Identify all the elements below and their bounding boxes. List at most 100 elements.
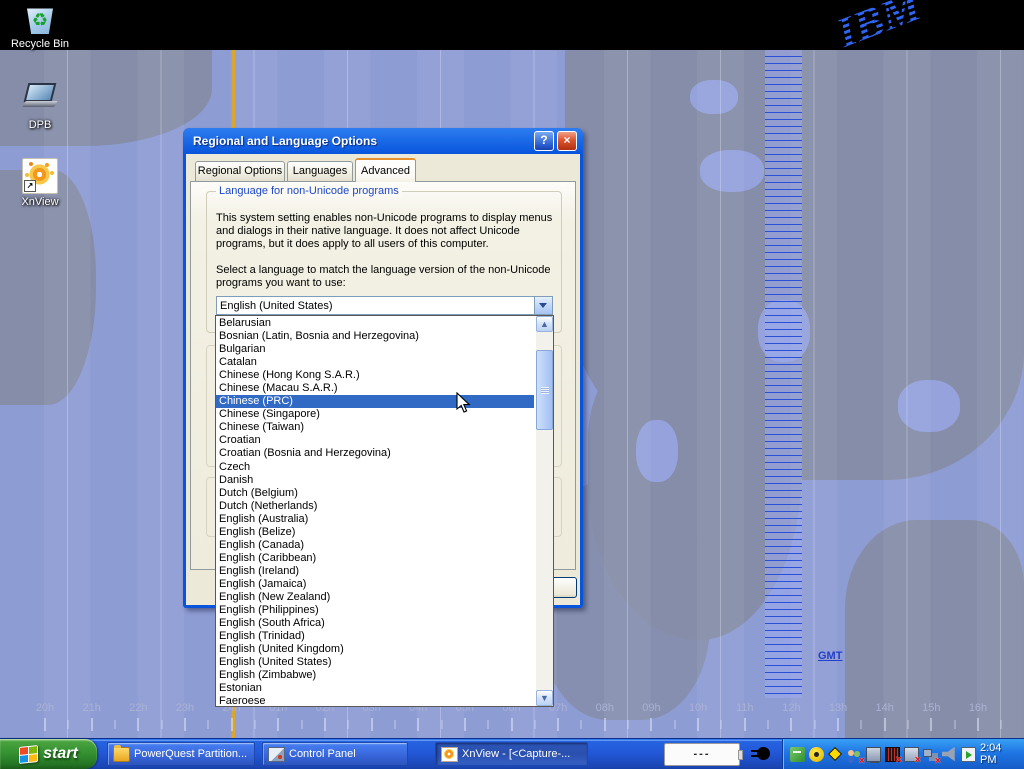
tab-languages[interactable]: Languages: [287, 161, 353, 181]
list-item[interactable]: English (Ireland): [216, 565, 534, 578]
list-item[interactable]: Estonian: [216, 682, 534, 695]
combobox-value: English (United States): [220, 299, 333, 313]
list-item[interactable]: Faeroese: [216, 695, 534, 706]
hour-tick: [417, 718, 419, 731]
hour-tick: [207, 720, 209, 729]
hour-tick: [394, 720, 396, 729]
hour-tick: [837, 718, 839, 731]
display-settings-tray-icon[interactable]: [961, 747, 976, 762]
task-button[interactable]: PowerQuest Partition...: [107, 742, 255, 766]
task-label: XnView - [<Capture-...: [462, 748, 570, 760]
list-item[interactable]: Croatian: [216, 434, 534, 447]
hour-tick: [91, 718, 93, 731]
task-label: PowerQuest Partition...: [134, 748, 247, 760]
list-item[interactable]: English (Jamaica): [216, 578, 534, 591]
list-item[interactable]: English (Australia): [216, 513, 534, 526]
start-button[interactable]: start: [0, 739, 97, 769]
list-item[interactable]: Dutch (Netherlands): [216, 500, 534, 513]
list-item[interactable]: English (Zimbabwe): [216, 669, 534, 682]
tray-clock[interactable]: 2:04 PM: [980, 742, 1024, 766]
list-item[interactable]: Catalan: [216, 356, 534, 369]
display-disconnected-tray-icon[interactable]: [904, 747, 919, 762]
list-item[interactable]: Chinese (Singapore): [216, 408, 534, 421]
list-item[interactable]: English (Canada): [216, 539, 534, 552]
graphics-utility-tray-icon[interactable]: [828, 747, 843, 762]
hour-tick: [464, 718, 466, 731]
list-item[interactable]: Chinese (Macau S.A.R.): [216, 382, 534, 395]
list-item[interactable]: English (Trinidad): [216, 630, 534, 643]
list-item[interactable]: English (Philippines): [216, 604, 534, 617]
list-item[interactable]: Bosnian (Latin, Bosnia and Herzegovina): [216, 330, 534, 343]
local-network-tray-icon[interactable]: [866, 747, 881, 762]
list-item[interactable]: Croatian (Bosnia and Herzegovina): [216, 447, 534, 460]
hour-tick: [790, 718, 792, 731]
taskbar: start PowerQuest Partition... Control Pan…: [0, 738, 1024, 769]
hour-tick: [954, 720, 956, 729]
gmt-label: GMT: [818, 650, 842, 662]
help-button[interactable]: ?: [534, 131, 554, 151]
hour-tick: [720, 720, 722, 729]
phone-dialer-tray-icon[interactable]: [809, 747, 824, 762]
hour-label: 11h: [728, 702, 762, 714]
windows-flag-icon: [19, 745, 38, 764]
desktop-icon-dpb[interactable]: DPB: [8, 80, 72, 131]
list-item[interactable]: English (United Kingdom): [216, 643, 534, 656]
task-button[interactable]: Control Panel: [262, 742, 408, 766]
groupbox-title: Language for non-Unicode programs: [216, 185, 402, 197]
hour-tick: [557, 718, 559, 731]
hour-label: 08h: [588, 702, 622, 714]
list-item[interactable]: Chinese (PRC): [216, 395, 534, 408]
desktop-icon-xnview[interactable]: ↗ XnView: [8, 158, 72, 208]
list-item[interactable]: English (New Zealand): [216, 591, 534, 604]
desktop-icon-label: Recycle Bin: [8, 38, 72, 50]
scroll-down-icon[interactable]: ▼: [536, 690, 553, 706]
list-item[interactable]: English (Belize): [216, 526, 534, 539]
control-panel-icon: [268, 747, 285, 762]
list-item[interactable]: Danish: [216, 474, 534, 487]
scroll-up-icon[interactable]: ▲: [536, 316, 553, 332]
language-combobox[interactable]: English (United States): [216, 296, 553, 315]
hour-tick: [114, 720, 116, 729]
list-item[interactable]: English (Caribbean): [216, 552, 534, 565]
list-item[interactable]: Dutch (Belgium): [216, 487, 534, 500]
list-item[interactable]: Chinese (Hong Kong S.A.R.): [216, 369, 534, 382]
list-item[interactable]: Bulgarian: [216, 343, 534, 356]
combobox-dropdown-icon[interactable]: [534, 297, 552, 314]
offline-contacts-tray-icon[interactable]: [847, 747, 862, 762]
hour-tick: [44, 718, 46, 731]
hour-tick: [907, 720, 909, 729]
tab-advanced[interactable]: Advanced: [355, 158, 416, 182]
hour-tick: [604, 718, 606, 731]
dialog-titlebar[interactable]: Regional and Language Options ? ×: [186, 128, 580, 154]
battery-meter-deskband[interactable]: ---: [664, 743, 740, 766]
language-list-rows: BelarusianBosnian (Latin, Bosnia and Her…: [216, 317, 534, 706]
hour-tick: [534, 720, 536, 729]
language-dropdown-list: BelarusianBosnian (Latin, Bosnia and Her…: [215, 315, 554, 707]
network-disconnected-tray-icon[interactable]: [923, 747, 938, 762]
hour-label: 09h: [634, 702, 668, 714]
list-item[interactable]: Czech: [216, 461, 534, 474]
hour-tick: [814, 720, 816, 729]
list-item[interactable]: English (United States): [216, 656, 534, 669]
current-timezone-hatch-band: [765, 50, 802, 698]
list-item[interactable]: English (South Africa): [216, 617, 534, 630]
tab-regional-options[interactable]: Regional Options: [195, 161, 285, 181]
hour-tick: [277, 718, 279, 731]
scrollbar-thumb[interactable]: [536, 350, 553, 430]
hour-label: 12h: [774, 702, 808, 714]
tray-icon-area: [790, 747, 980, 762]
task-button[interactable]: XnView - [<Capture-...: [435, 742, 588, 766]
removable-storage-tray-icon[interactable]: [790, 747, 805, 762]
volume-tray-icon[interactable]: [942, 747, 957, 762]
hour-tick: [441, 720, 443, 729]
list-scrollbar[interactable]: ▲ ▼: [536, 316, 553, 706]
audio-mixer-muted-tray-icon[interactable]: [885, 747, 900, 762]
list-item[interactable]: Belarusian: [216, 317, 534, 330]
hour-label: 23h: [168, 702, 202, 714]
close-button[interactable]: ×: [557, 131, 577, 151]
mouse-cursor: [456, 392, 472, 414]
desktop-icon-recycle-bin[interactable]: ♻ Recycle Bin: [8, 2, 72, 50]
hour-label: 14h: [868, 702, 902, 714]
hour-tick: [977, 718, 979, 731]
list-item[interactable]: Chinese (Taiwan): [216, 421, 534, 434]
